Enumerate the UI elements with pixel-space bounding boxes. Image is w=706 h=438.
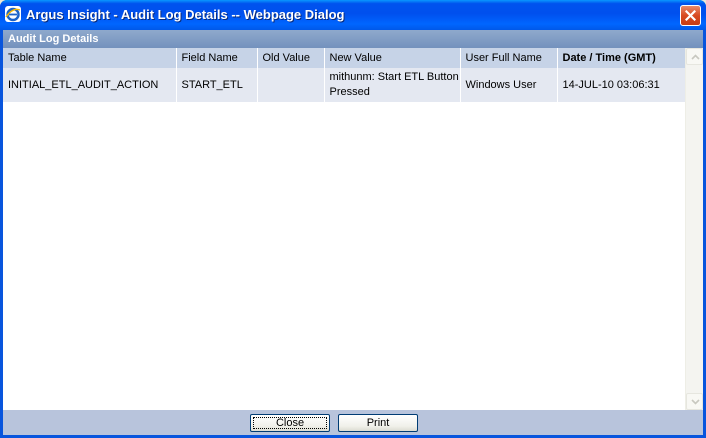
cell-field-name: START_ETL: [176, 68, 258, 102]
dialog-window: Argus Insight - Audit Log Details -- Web…: [0, 0, 706, 438]
column-header-new-value[interactable]: New Value: [324, 48, 461, 68]
audit-log-table: Table Name Field Name Old Value New Valu…: [3, 48, 686, 102]
cell-old-value: [257, 68, 325, 102]
scroll-down-button[interactable]: [686, 393, 703, 410]
ie-icon: [5, 6, 21, 22]
dialog-content: Audit Log Details Table Name Field Name …: [3, 30, 703, 435]
panel-title: Audit Log Details: [3, 30, 703, 48]
table-header-row: Table Name Field Name Old Value New Valu…: [3, 48, 686, 68]
vertical-scrollbar[interactable]: [685, 48, 703, 410]
column-header-user-full-name[interactable]: User Full Name: [460, 48, 558, 68]
scroll-up-button[interactable]: [686, 48, 703, 65]
window-title: Argus Insight - Audit Log Details -- Web…: [26, 7, 345, 22]
close-button[interactable]: Close: [250, 414, 330, 432]
focus-rect: [253, 417, 327, 429]
close-icon: [685, 10, 696, 21]
chevron-up-icon: [691, 54, 700, 60]
column-header-date-time[interactable]: Date / Time (GMT): [557, 48, 686, 68]
chevron-down-icon: [691, 399, 700, 405]
table-row[interactable]: INITIAL_ETL_AUDIT_ACTION START_ETL mithu…: [3, 68, 686, 102]
print-button[interactable]: Print: [338, 414, 418, 432]
column-header-old-value[interactable]: Old Value: [257, 48, 325, 68]
cell-user-full-name: Windows User: [460, 68, 558, 102]
title-bar[interactable]: Argus Insight - Audit Log Details -- Web…: [0, 0, 706, 30]
column-header-table-name[interactable]: Table Name: [3, 48, 177, 68]
button-bar: Close Print: [3, 410, 703, 435]
cell-new-value: mithunm: Start ETL Button Pressed: [324, 68, 461, 102]
audit-grid-area: Table Name Field Name Old Value New Valu…: [3, 48, 703, 410]
print-button-label: Print: [366, 417, 390, 429]
cell-date-time: 14-JUL-10 03:06:31: [557, 68, 686, 102]
window-close-button[interactable]: [680, 5, 701, 26]
column-header-field-name[interactable]: Field Name: [176, 48, 258, 68]
cell-table-name: INITIAL_ETL_AUDIT_ACTION: [3, 68, 177, 102]
